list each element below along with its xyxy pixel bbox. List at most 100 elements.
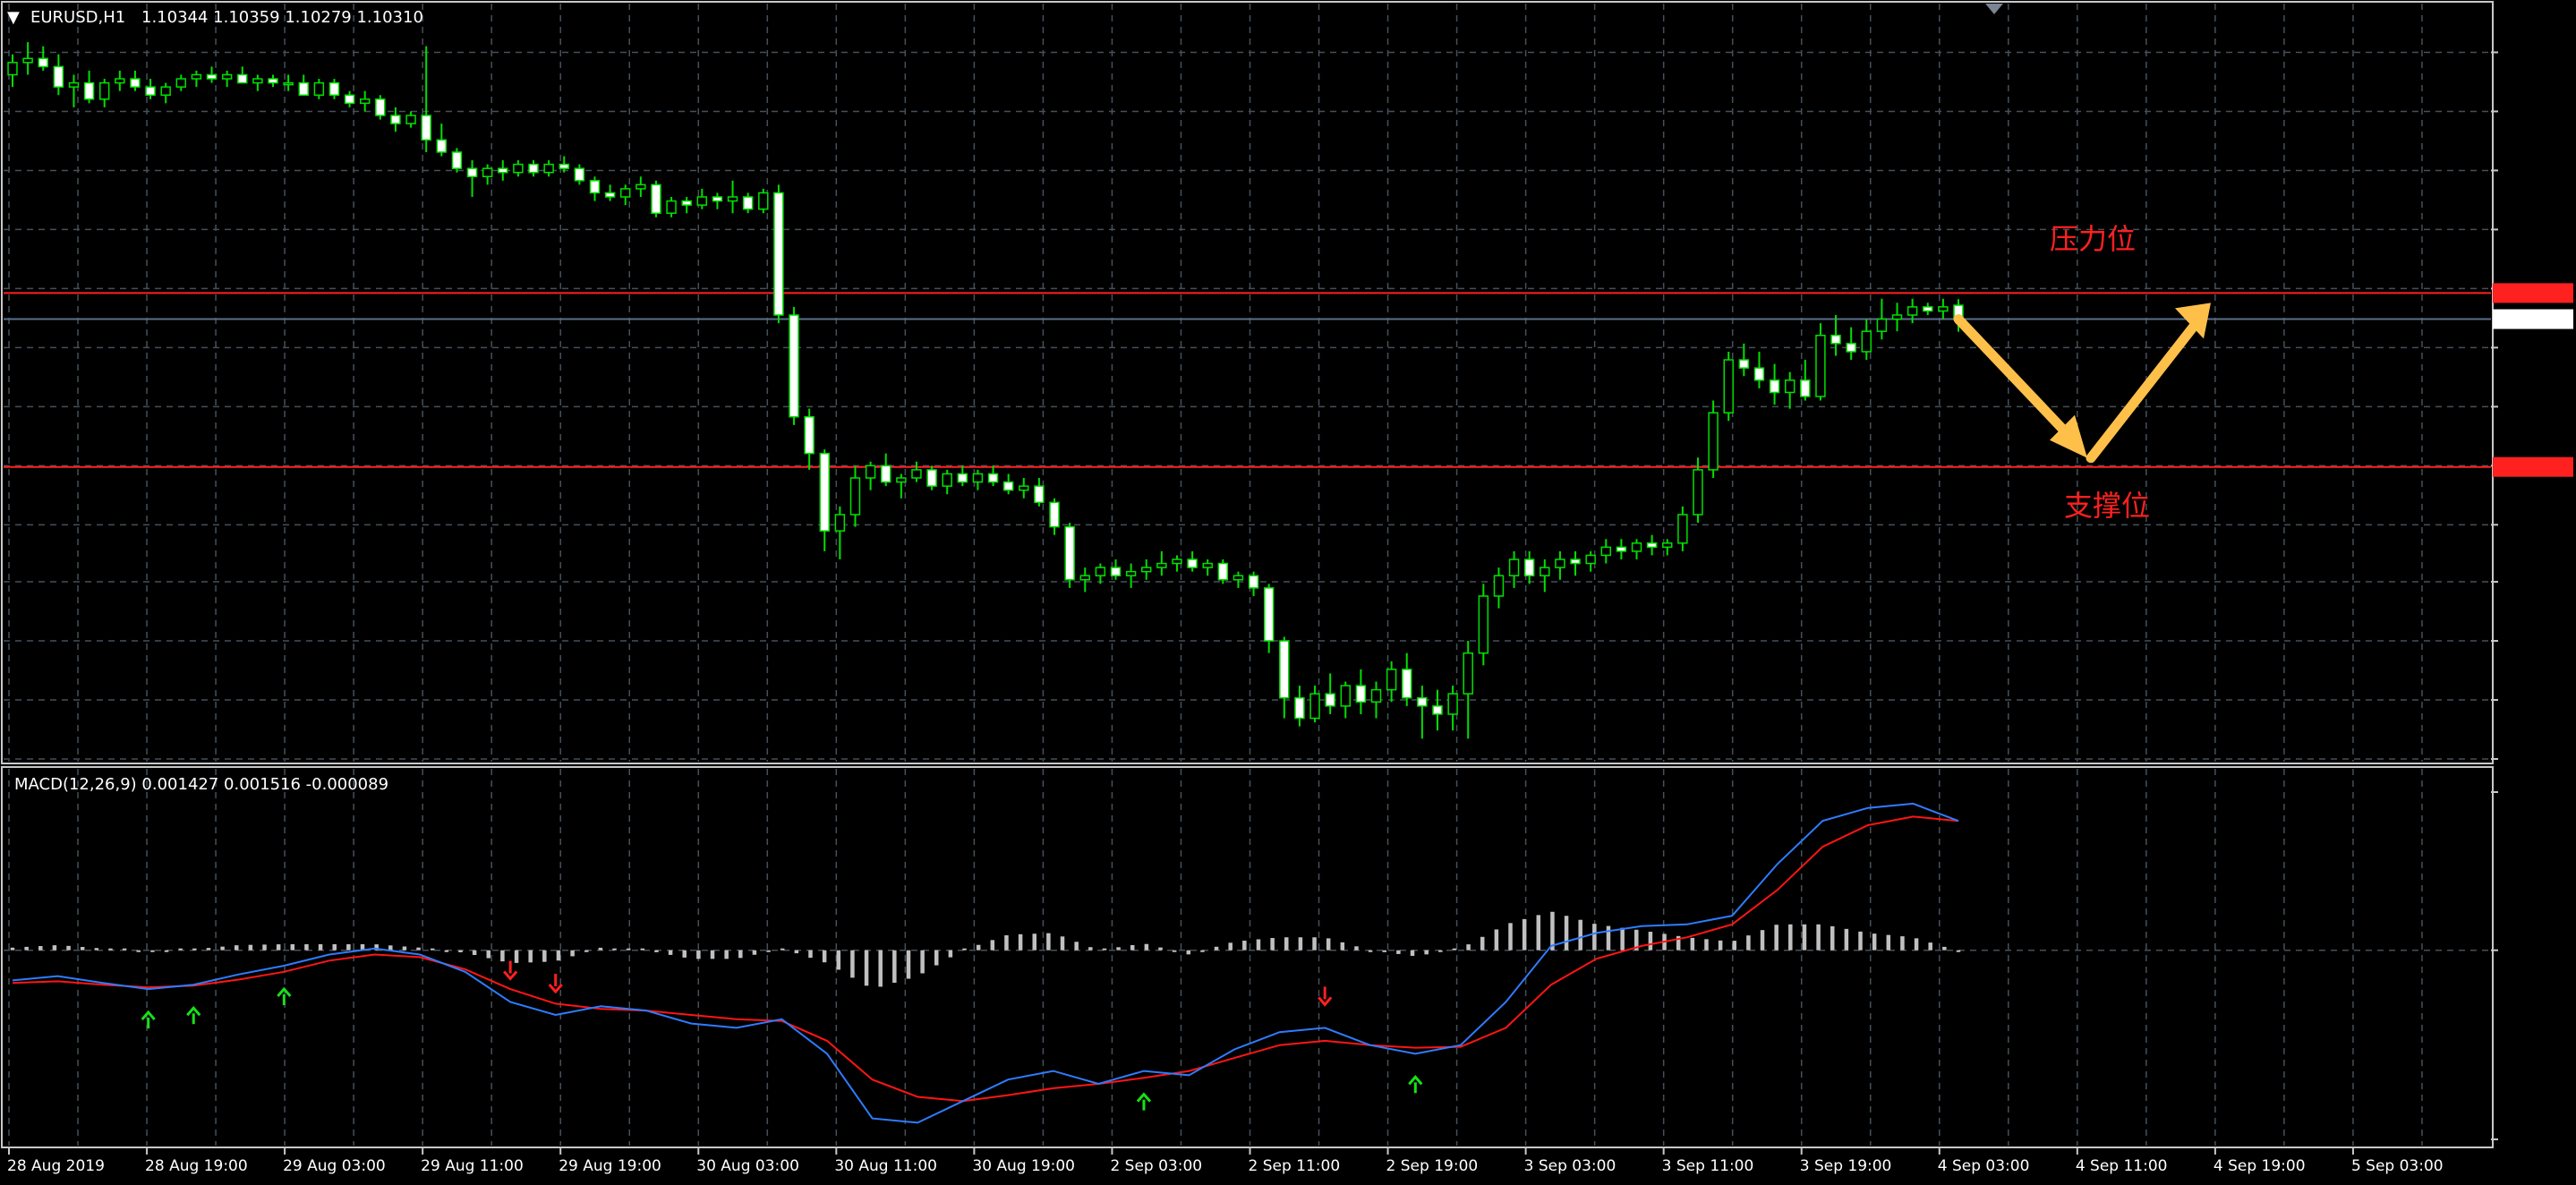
candle-body	[1616, 546, 1627, 552]
candle-body	[405, 115, 416, 124]
candle-body	[1248, 575, 1259, 589]
ohlc-readout: 1.10344 1.10359 1.10279 1.10310	[141, 8, 423, 27]
candle-body	[1784, 379, 1796, 394]
candle-body	[1662, 542, 1673, 549]
candle-body	[344, 94, 355, 105]
candle-body	[1325, 693, 1335, 707]
candle-body	[1493, 575, 1505, 597]
candle-body	[1906, 306, 1918, 316]
candle-body	[635, 183, 646, 190]
candle-body	[98, 81, 110, 100]
candle-body	[620, 188, 631, 198]
candle-body	[1370, 688, 1382, 703]
macd-label: MACD(12,26,9) 0.001427 0.001516 -0.00008…	[14, 775, 388, 794]
candle-body	[696, 196, 708, 206]
candle-body	[773, 192, 784, 316]
candle-body	[604, 192, 616, 198]
candle-body	[436, 139, 448, 153]
candle-body	[268, 78, 278, 84]
time-tick-label: 29 Aug 11:00	[421, 1157, 524, 1175]
candle-body	[543, 163, 554, 174]
candle-body	[911, 469, 922, 479]
time-tick-label: 30 Aug 19:00	[972, 1157, 1075, 1175]
candle-body	[1110, 567, 1122, 576]
candle-body	[283, 81, 294, 86]
candle-body	[972, 473, 984, 483]
candle-body	[1923, 306, 1933, 312]
candle-body	[1049, 501, 1060, 528]
candle-body	[1309, 693, 1320, 720]
candle-body	[206, 73, 218, 80]
time-tick-label: 3 Sep 11:00	[1662, 1157, 1754, 1175]
candle-body	[328, 81, 340, 97]
candle-body	[191, 73, 202, 80]
candle-body	[1095, 567, 1106, 576]
time-tick-label: 29 Aug 19:00	[559, 1157, 661, 1175]
candle-body	[298, 81, 309, 97]
candle-body	[237, 73, 248, 84]
candle-body	[130, 78, 141, 88]
trading-chart[interactable]: ▼ EURUSD,H1 1.10344 1.10359 1.10279 1.10…	[0, 0, 2576, 1185]
candle-body	[498, 167, 508, 174]
candle-body	[789, 314, 799, 418]
candle-body	[727, 196, 738, 202]
candle-body	[758, 192, 769, 210]
candle-body	[1187, 558, 1198, 568]
candle-body	[589, 180, 601, 194]
candle-body	[1815, 334, 1826, 397]
candle-body	[145, 86, 156, 97]
candle-body	[1800, 379, 1811, 397]
candle-body	[896, 477, 907, 483]
candle-body	[849, 477, 861, 516]
time-tick-label: 28 Aug 19:00	[145, 1157, 248, 1175]
candle-body	[942, 473, 952, 487]
candle-body	[1693, 469, 1703, 516]
candle-body	[1294, 696, 1305, 720]
time-tick-label: 29 Aug 03:00	[283, 1157, 386, 1175]
candle-body	[1478, 595, 1489, 654]
chart-background	[0, 0, 2576, 1185]
candle-body	[160, 86, 171, 97]
candle-body	[22, 57, 33, 64]
symbol-label: EURUSD,H1	[30, 8, 125, 27]
candle-body	[1263, 587, 1275, 642]
bid-tag-bg	[2493, 309, 2573, 329]
candle-body	[1034, 485, 1045, 504]
time-tick-label: 30 Aug 03:00	[696, 1157, 799, 1175]
candle-body	[375, 98, 386, 116]
candle-body	[1508, 558, 1520, 576]
candle-body	[1540, 567, 1550, 576]
support-note: 支撑位	[2064, 489, 2150, 523]
candle-body	[559, 163, 569, 169]
candle-body	[252, 78, 263, 84]
candle-body	[1876, 318, 1888, 332]
candle-body	[1172, 558, 1182, 565]
candle-body	[451, 151, 463, 169]
time-tick-label: 2 Sep 03:00	[1110, 1157, 1202, 1175]
candle-body	[175, 78, 187, 88]
candle-body	[1355, 685, 1367, 703]
candle-body	[681, 200, 692, 206]
candle-body	[83, 81, 95, 100]
candle-body	[513, 163, 524, 174]
time-tick-label: 4 Sep 19:00	[2213, 1157, 2306, 1175]
candle-body	[1064, 525, 1075, 581]
candle-body	[957, 473, 968, 483]
time-tick-label: 5 Sep 03:00	[2351, 1157, 2444, 1175]
candle-body	[1753, 367, 1765, 381]
resistance-note: 压力位	[2050, 222, 2136, 256]
candle-body	[712, 196, 723, 202]
collapse-icon[interactable]: ▼	[7, 8, 20, 27]
candle-body	[7, 62, 18, 76]
candle-body	[651, 183, 661, 214]
support-tag-bg	[2493, 456, 2573, 477]
candle-body	[38, 57, 48, 68]
candle-body	[1861, 330, 1872, 353]
candle-body	[834, 514, 846, 532]
candle-body	[1447, 693, 1458, 715]
time-tick-label: 30 Aug 11:00	[834, 1157, 937, 1175]
candle-body	[865, 465, 876, 479]
candle-body	[221, 73, 233, 80]
time-tick-label: 3 Sep 03:00	[1524, 1157, 1616, 1175]
candle-body	[1340, 685, 1351, 707]
